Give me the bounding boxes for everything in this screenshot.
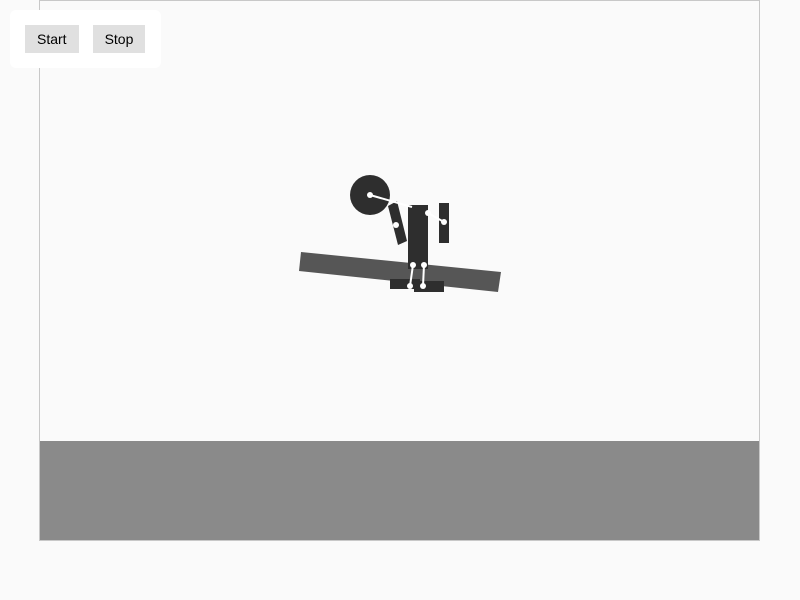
- stop-button[interactable]: Stop: [92, 25, 146, 53]
- ragdoll-torso: [408, 205, 428, 269]
- right-leg-line: [422, 264, 425, 287]
- simulation-canvas: [39, 0, 760, 541]
- ground: [40, 441, 759, 540]
- start-button[interactable]: Start: [25, 25, 79, 53]
- left-ankle-joint: [407, 283, 413, 289]
- ragdoll-right-foot: [414, 281, 444, 292]
- right-shoulder-joint: [425, 210, 431, 216]
- left-hip-joint: [410, 262, 416, 268]
- head-joint: [367, 192, 373, 198]
- right-hip-joint: [421, 262, 427, 268]
- right-ankle-joint: [420, 283, 426, 289]
- right-hand-joint: [441, 219, 447, 225]
- left-shoulder-joint: [393, 222, 399, 228]
- control-panel: Start Stop: [10, 10, 161, 68]
